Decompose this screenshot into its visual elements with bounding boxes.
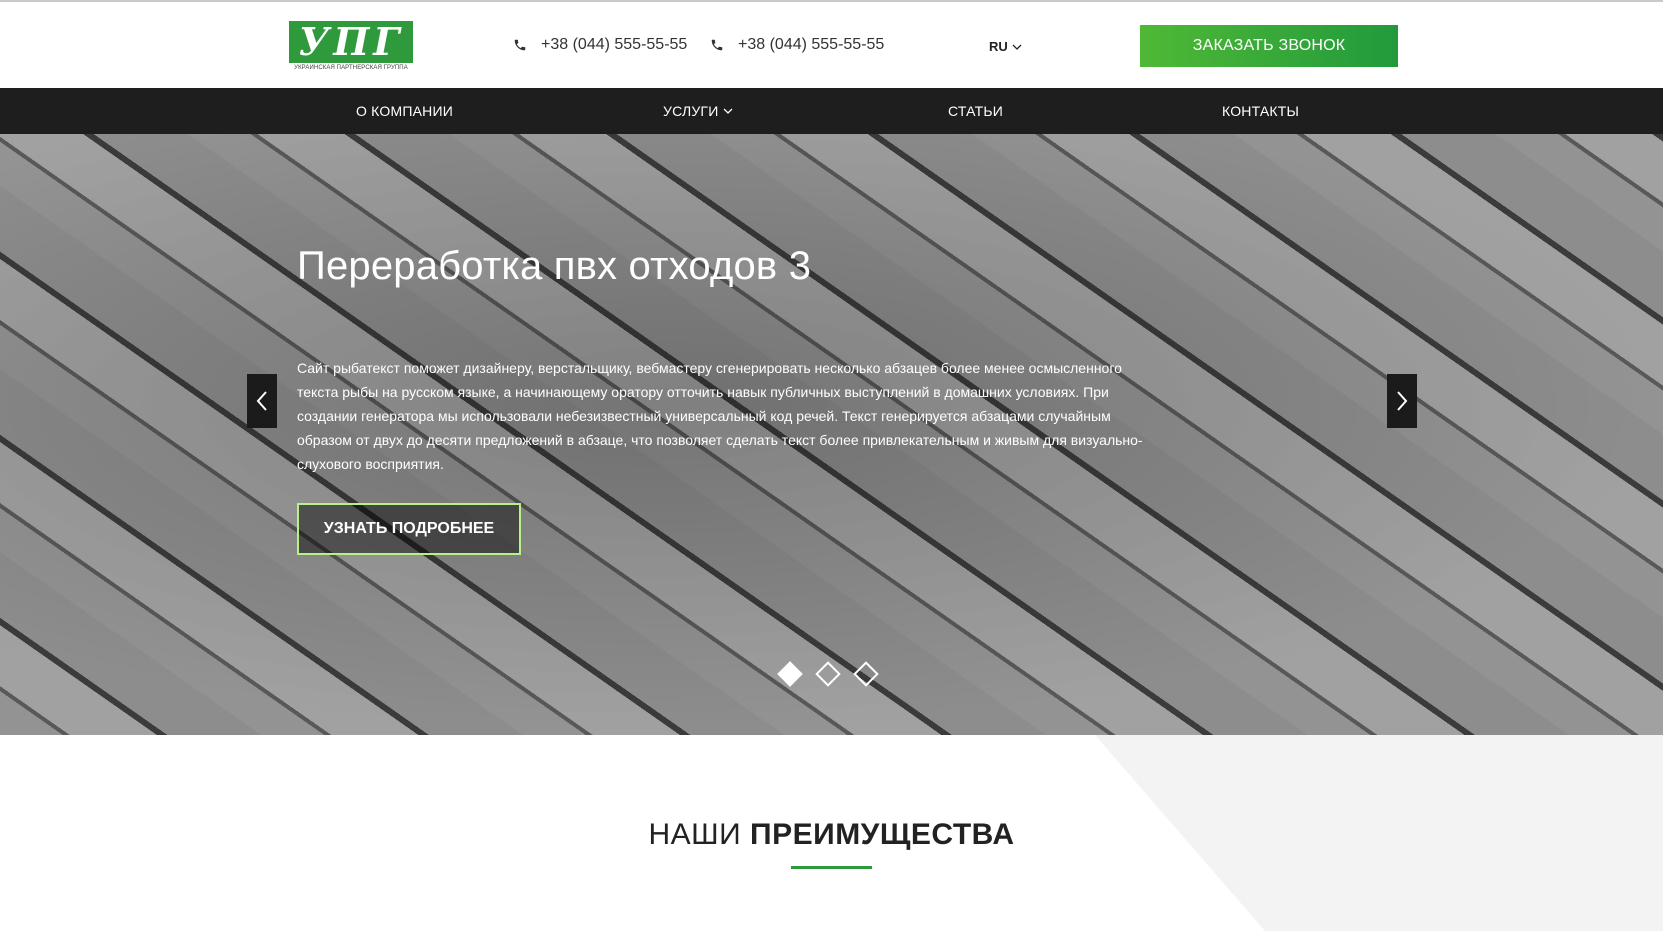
slider-dot-3[interactable]	[853, 661, 879, 687]
nav-item-label: О КОМПАНИИ	[356, 103, 453, 119]
chevron-left-icon	[256, 391, 267, 411]
advantages-section: НАШИ ПРЕИМУЩЕСТВА	[0, 735, 1663, 931]
slider-dot-1[interactable]	[777, 661, 803, 687]
title-underline	[791, 866, 872, 869]
nav-item-label: СТАТЬИ	[948, 103, 1003, 119]
nav-item-contacts[interactable]: КОНТАКТЫ	[1222, 88, 1299, 134]
slider-next-button[interactable]	[1387, 374, 1417, 428]
main-nav: О КОМПАНИИ УСЛУГИ СТАТЬИ КОНТАКТЫ	[0, 88, 1663, 134]
hero-text: Сайт рыбатекст поможет дизайнеру, верста…	[297, 360, 1143, 472]
language-label: RU	[989, 39, 1008, 54]
hero-title: Переработка пвх отходов 3	[297, 244, 812, 288]
language-selector[interactable]: RU	[989, 39, 1022, 54]
slider-dot-2[interactable]	[815, 661, 841, 687]
phone-link-1[interactable]: +38 (044) 555-55-55	[513, 36, 687, 54]
logo[interactable]: УПГ УКРАИНСКАЯ ПАРТНЕРСКАЯ ГРУППА	[289, 21, 413, 73]
chevron-down-icon	[724, 108, 733, 114]
logo-badge: УПГ	[289, 21, 413, 63]
slider-pagination	[777, 661, 879, 687]
chevron-right-icon	[1397, 391, 1408, 411]
nav-item-about[interactable]: О КОМПАНИИ	[356, 88, 453, 134]
phone-number-2: +38 (044) 555-55-55	[738, 36, 885, 53]
phone-link-2[interactable]: +38 (044) 555-55-55	[710, 36, 884, 54]
hero-slider: Переработка пвх отходов 3 Сайт рыбатекст…	[0, 134, 1663, 735]
chevron-down-icon	[1012, 44, 1022, 50]
nav-item-services[interactable]: УСЛУГИ	[663, 88, 733, 134]
advantages-title-bold: ПРЕИМУЩЕСТВА	[750, 818, 1015, 851]
nav-item-label: КОНТАКТЫ	[1222, 103, 1300, 119]
phone-icon	[514, 39, 526, 51]
advantages-title: НАШИ ПРЕИМУЩЕСТВА	[0, 818, 1663, 852]
slider-prev-button[interactable]	[247, 374, 277, 428]
site-header: УПГ УКРАИНСКАЯ ПАРТНЕРСКАЯ ГРУППА +38 (0…	[0, 2, 1663, 88]
logo-text: УПГ	[298, 19, 404, 64]
phone-number-1: +38 (044) 555-55-55	[541, 36, 688, 53]
logo-subtitle: УКРАИНСКАЯ ПАРТНЕРСКАЯ ГРУППА	[294, 65, 408, 71]
learn-more-button[interactable]: УЗНАТЬ ПОДРОБНЕЕ	[297, 503, 521, 555]
nav-item-articles[interactable]: СТАТЬИ	[948, 88, 1003, 134]
callback-button[interactable]: ЗАКАЗАТЬ ЗВОНОК	[1140, 25, 1398, 67]
phone-icon	[711, 39, 723, 51]
advantages-title-light: НАШИ	[648, 818, 742, 851]
nav-item-label: УСЛУГИ	[663, 103, 719, 119]
